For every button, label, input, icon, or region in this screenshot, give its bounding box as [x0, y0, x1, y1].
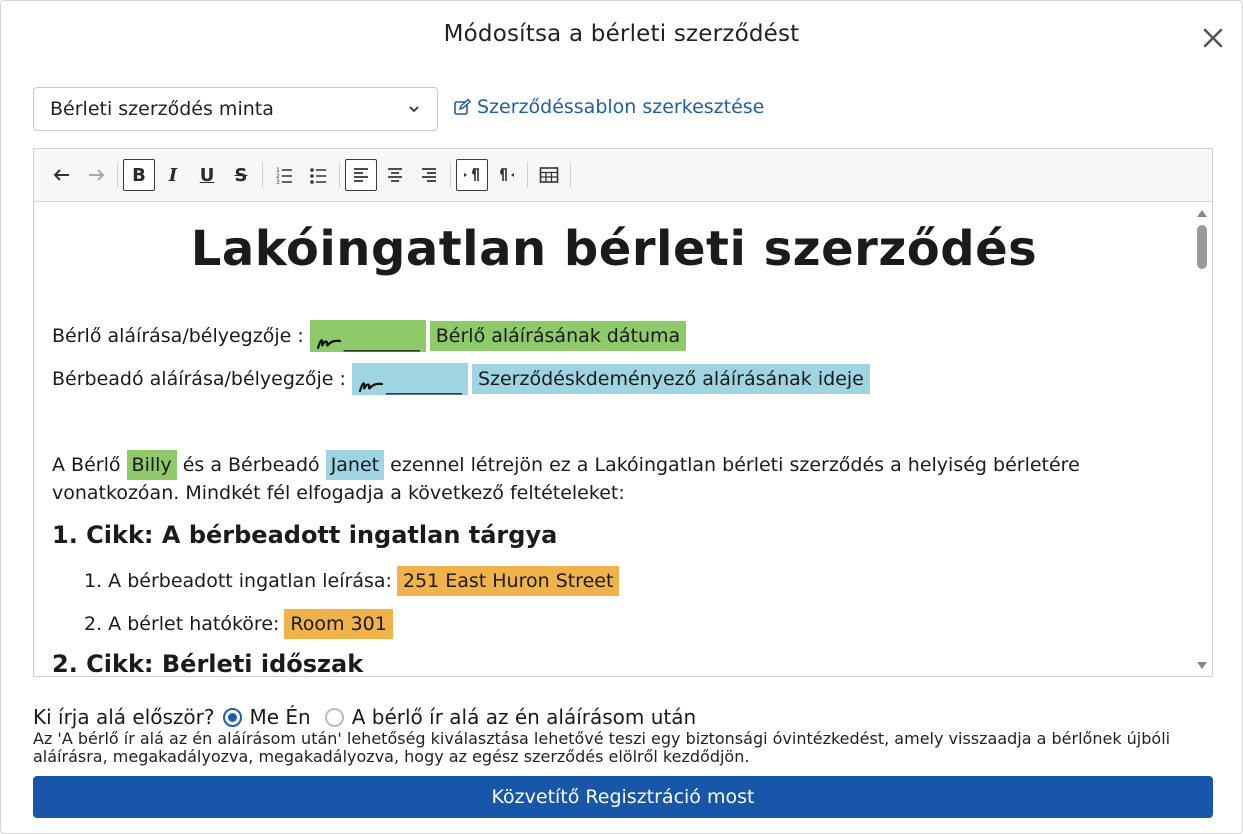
submit-button[interactable]: Közvetítő Regisztráció most: [33, 776, 1213, 818]
undo-icon: [53, 169, 69, 181]
landlord-signature-field[interactable]: ________: [351, 363, 468, 395]
tenant-signature-line: ________: [343, 330, 420, 352]
tenant-name-field[interactable]: Billy: [126, 450, 177, 480]
bullet-list-button[interactable]: [302, 159, 334, 191]
italic-button[interactable]: I: [157, 159, 189, 191]
tenant-signature-field[interactable]: ________: [309, 320, 426, 352]
italic-icon: I: [168, 164, 178, 186]
landlord-date-field[interactable]: Szerződéskdeményező aláírásának ideje: [471, 364, 870, 394]
align-center-button[interactable]: [379, 159, 411, 191]
tenant-signature-label: Bérlő aláírása/bélyegzője :: [52, 325, 304, 347]
edit-template-link[interactable]: Szerződéssablon szerkesztése: [453, 96, 764, 118]
table-icon: [539, 167, 559, 183]
signature-icon: [358, 382, 384, 393]
edit-template-label: Szerződéssablon szerkesztése: [477, 96, 765, 118]
item-label: 1. A bérbeadott ingatlan leírása:: [84, 570, 392, 592]
toolbar-divider: [450, 162, 451, 188]
editor-scrollbar[interactable]: [1192, 203, 1212, 676]
ordered-list-icon: 123: [276, 167, 292, 185]
redo-icon: [89, 169, 105, 181]
intro-text: és a Bérbeadó: [182, 454, 320, 476]
edit-contract-modal: Módosítsa a bérleti szerződést Bérleti s…: [0, 0, 1243, 834]
close-button[interactable]: [1198, 23, 1228, 53]
template-select[interactable]: Bérleti szerződés minta: [33, 87, 438, 131]
scroll-up-icon[interactable]: [1196, 207, 1208, 219]
lease-scope-field[interactable]: Room 301: [284, 609, 393, 639]
signer-order-question: Ki írja alá először?: [33, 705, 215, 729]
bold-icon: B: [132, 164, 146, 186]
intro-paragraph: A Bérlő Billy és a Bérbeadó Janet ezenne…: [52, 450, 1172, 507]
editor-toolbar: B I U S 123: [34, 149, 1212, 202]
ltr-button[interactable]: [456, 159, 488, 191]
radio-me-first[interactable]: [222, 707, 242, 727]
rich-text-editor: B I U S 123 Lakóingatlan bérleti szerződ…: [33, 148, 1213, 677]
template-select-value: Bérleti szerződés minta: [50, 98, 274, 120]
property-address-field[interactable]: 251 East Huron Street: [396, 566, 620, 596]
edit-icon: [454, 98, 471, 115]
article-heading: 1. Cikk: A bérbeadott ingatlan tárgya: [52, 521, 558, 549]
bullet-list-icon: [310, 168, 326, 184]
landlord-signature-line: ________: [385, 373, 462, 395]
radio-tenant-after-label[interactable]: A bérlő ír alá az én aláírásom után: [352, 705, 696, 729]
intro-text: A Bérlő: [52, 454, 121, 476]
ltr-icon: [464, 168, 479, 181]
svg-text:3: 3: [276, 179, 280, 185]
undo-button[interactable]: [46, 159, 78, 191]
tenant-signature-row: Bérlő aláírása/bélyegzője : ________ Bér…: [52, 320, 687, 352]
align-right-icon: [422, 168, 436, 182]
toolbar-divider: [570, 162, 571, 188]
toolbar-divider: [117, 162, 118, 188]
bold-button[interactable]: B: [123, 159, 155, 191]
chevron-down-icon: [409, 106, 419, 113]
radio-tenant-after[interactable]: [324, 707, 344, 727]
rtl-button[interactable]: [490, 159, 522, 191]
close-icon: [1203, 28, 1223, 48]
list-item: 2. A bérlet hatóköre: Room 301: [84, 609, 393, 639]
align-right-button[interactable]: [413, 159, 445, 191]
align-left-button[interactable]: [345, 159, 377, 191]
toolbar-divider: [262, 162, 263, 188]
rtl-icon: [500, 168, 514, 181]
list-item: 1. A bérbeadott ingatlan leírása: 251 Ea…: [84, 566, 620, 596]
modal-title: Módosítsa a bérleti szerződést: [443, 21, 800, 47]
landlord-signature-row: Bérbeadó aláírása/bélyegzője : ________ …: [52, 363, 870, 395]
ordered-list-button[interactable]: 123: [268, 159, 300, 191]
toolbar-divider: [527, 162, 528, 188]
redo-button[interactable]: [80, 159, 112, 191]
strikethrough-button[interactable]: S: [225, 159, 257, 191]
landlord-signature-label: Bérbeadó aláírása/bélyegzője :: [52, 368, 346, 390]
strikethrough-icon: S: [234, 164, 248, 186]
underline-icon: U: [199, 164, 215, 186]
scroll-thumb[interactable]: [1197, 225, 1207, 269]
align-left-icon: [354, 168, 368, 182]
radio-me-first-label[interactable]: Me Én: [250, 705, 311, 729]
signer-order-note: Az 'A bérlő ír alá az én aláírásom után'…: [33, 729, 1171, 766]
tenant-date-field[interactable]: Bérlő aláírásának dátuma: [429, 321, 687, 351]
document-title: Lakóingatlan bérleti szerződés: [190, 221, 1038, 277]
landlord-name-field[interactable]: Janet: [325, 450, 385, 480]
signature-icon: [316, 339, 341, 350]
table-button[interactable]: [533, 159, 565, 191]
scroll-down-icon[interactable]: [1196, 660, 1208, 672]
underline-button[interactable]: U: [191, 159, 223, 191]
article-heading: 2. Cikk: Bérleti időszak: [52, 650, 364, 676]
align-center-icon: [388, 168, 402, 182]
item-label: 2. A bérlet hatóköre:: [84, 613, 280, 635]
document-body[interactable]: Lakóingatlan bérleti szerződés Bérlő alá…: [34, 203, 1194, 676]
toolbar-divider: [339, 162, 340, 188]
signer-order-row: Ki írja alá először? Me Én A bérlő ír al…: [33, 705, 710, 729]
